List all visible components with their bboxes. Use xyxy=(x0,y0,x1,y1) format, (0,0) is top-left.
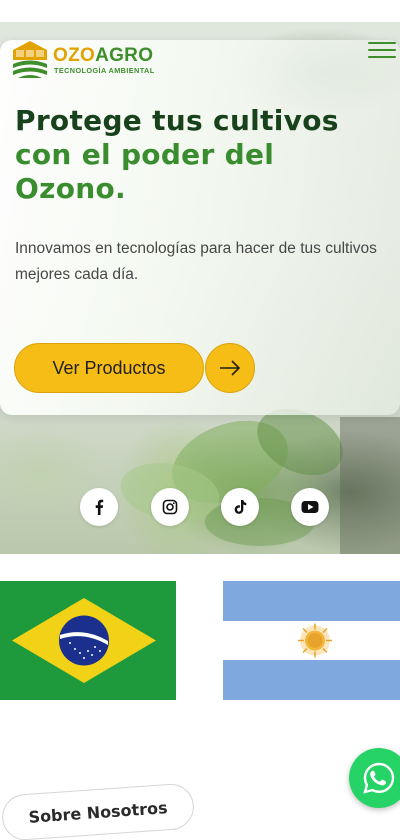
instagram-icon xyxy=(162,499,178,515)
hero-description: Innovamos en tecnologías para hacer de t… xyxy=(15,240,377,283)
ver-productos-button[interactable]: Ver Productos xyxy=(14,343,204,393)
hero-headline: Protege tus cultivos con el poder del Oz… xyxy=(15,104,400,206)
brand-tagline: TECNOLOGÍA AMBIENTAL xyxy=(54,66,155,75)
youtube-icon xyxy=(301,501,319,513)
cta-arrow-button[interactable] xyxy=(205,343,255,393)
facebook-link[interactable] xyxy=(80,488,118,526)
sobre-nosotros-button[interactable]: Sobre Nosotros xyxy=(0,782,196,840)
argentina-flag-graphic xyxy=(223,581,400,700)
brand-wordmark: OZOAGRO xyxy=(53,45,153,67)
whatsapp-icon xyxy=(363,762,395,794)
brazil-flag-graphic xyxy=(0,581,176,700)
brazil-flag[interactable] xyxy=(0,581,176,700)
tiktok-link[interactable] xyxy=(221,488,259,526)
arrow-right-icon xyxy=(220,360,241,376)
brand-name-part2: AGRO xyxy=(95,45,154,66)
brand-name-part1: OZO xyxy=(53,45,96,66)
argentina-flag[interactable] xyxy=(223,581,400,700)
instagram-link[interactable] xyxy=(151,488,189,526)
headline-line-2: con el poder del xyxy=(15,138,275,171)
sun-of-may-icon xyxy=(298,623,332,658)
youtube-link[interactable] xyxy=(291,488,329,526)
headline-line-3: Ozono. xyxy=(15,172,126,205)
headline-line-1: Protege tus cultivos xyxy=(15,104,339,137)
logo-mark-icon xyxy=(13,41,47,78)
brand-logo[interactable]: OZOAGRO TECNOLOGÍA AMBIENTAL xyxy=(10,40,170,80)
tiktok-icon xyxy=(234,500,246,514)
whatsapp-button[interactable] xyxy=(349,748,400,808)
hamburger-menu-icon[interactable] xyxy=(368,40,396,60)
facebook-icon xyxy=(95,499,104,515)
